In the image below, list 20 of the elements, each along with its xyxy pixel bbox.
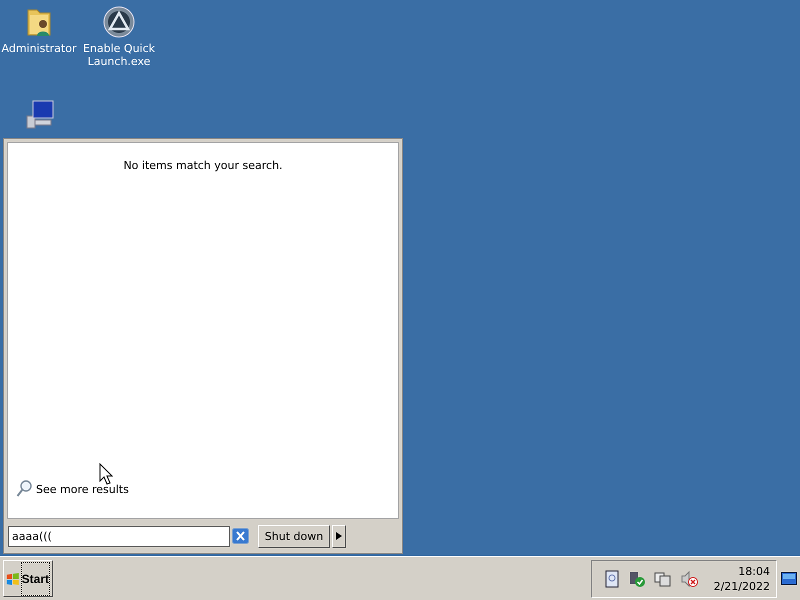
- search-icon: [16, 480, 32, 498]
- document-icon[interactable]: [604, 570, 620, 588]
- shut-down-options-button[interactable]: [332, 524, 346, 548]
- icon-label: Administrator: [2, 42, 76, 55]
- show-desktop-icon[interactable]: [781, 572, 797, 586]
- speaker-muted-icon[interactable]: [680, 570, 698, 588]
- clear-search-icon[interactable]: [232, 528, 249, 544]
- app-icon[interactable]: [103, 6, 135, 38]
- start-button[interactable]: Start: [3, 560, 53, 597]
- mouse-cursor-icon: [99, 463, 113, 485]
- icon-label: Enable Quick Launch.exe: [82, 42, 156, 68]
- shut-down-button[interactable]: Shut down: [258, 524, 330, 548]
- search-field[interactable]: aaaa(((: [8, 526, 230, 546]
- see-more-link[interactable]: See more results: [36, 482, 129, 496]
- windows-logo-icon: [6, 570, 20, 586]
- caret-icon: [336, 532, 342, 540]
- clock-time: 18:04: [738, 564, 770, 578]
- clock[interactable]: 18:04 2/21/2022: [714, 564, 770, 594]
- clock-date: 2/21/2022: [714, 578, 770, 594]
- no-results-message: No items match your search.: [123, 159, 283, 172]
